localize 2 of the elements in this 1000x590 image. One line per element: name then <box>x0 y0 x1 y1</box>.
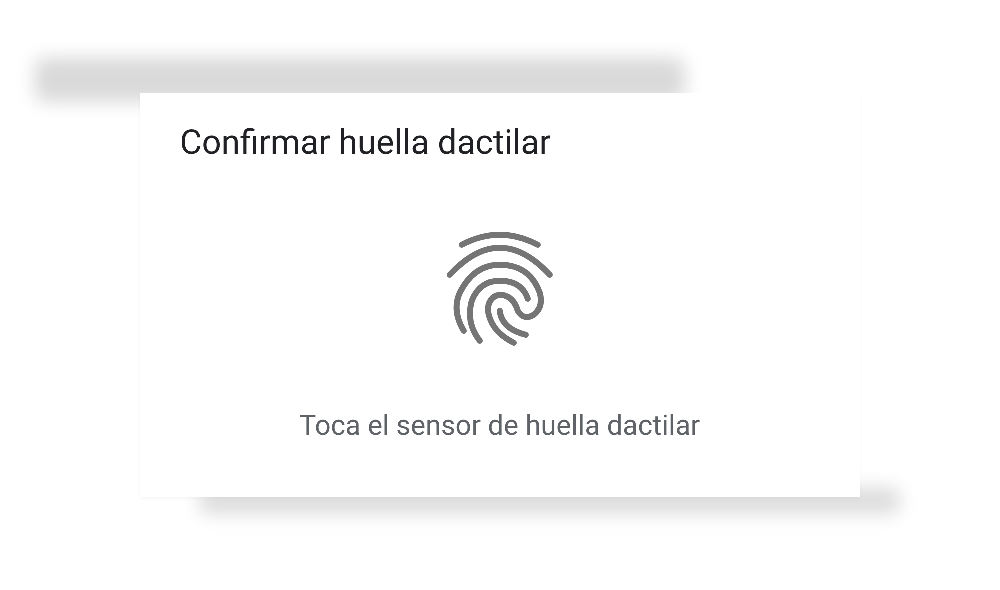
dialog-title: Confirmar huella dactilar <box>180 123 552 163</box>
instruction-text: Toca el sensor de huella dactilar <box>300 409 700 442</box>
